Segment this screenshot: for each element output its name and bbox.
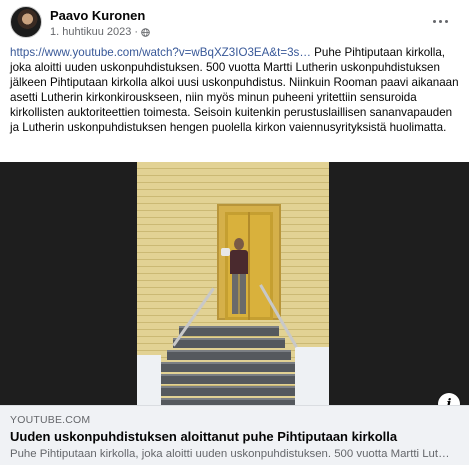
link-description: Puhe Pihtiputaan kirkolla, joka aloitti …	[10, 448, 450, 460]
globe-icon	[141, 27, 150, 37]
post-text: https://www.youtube.com/watch?v=wBqXZ3IO…	[10, 45, 462, 136]
post-date[interactable]: 1. huhtikuu 2023	[50, 26, 131, 38]
video-thumbnail[interactable]	[0, 162, 469, 405]
speaker-figure	[234, 238, 244, 250]
facebook-post: Paavo Kuronen 1. huhtikuu 2023 · https:/…	[0, 0, 469, 465]
link-title[interactable]: Uuden uskonpuhdistuksen aloittanut puhe …	[10, 429, 397, 444]
link-domain: YOUTUBE.COM	[10, 414, 91, 426]
post-body: Puhe Pihtiputaan kirkolla, joka aloitti …	[10, 46, 459, 135]
meta-separator: ·	[134, 26, 139, 38]
author-name[interactable]: Paavo Kuronen	[50, 8, 145, 23]
megaphone	[221, 248, 230, 256]
church-steps-image	[137, 162, 329, 405]
post-header: Paavo Kuronen 1. huhtikuu 2023 ·	[10, 6, 459, 42]
link-preview[interactable]: YOUTUBE.COM Uuden uskonpuhdistuksen aloi…	[0, 405, 469, 465]
church-steps	[137, 312, 329, 405]
more-options-icon[interactable]	[433, 14, 451, 28]
post-meta: 1. huhtikuu 2023 ·	[50, 26, 150, 38]
post-link[interactable]: https://www.youtube.com/watch?v=wBqXZ3IO…	[10, 46, 311, 59]
author-avatar[interactable]	[10, 6, 42, 38]
